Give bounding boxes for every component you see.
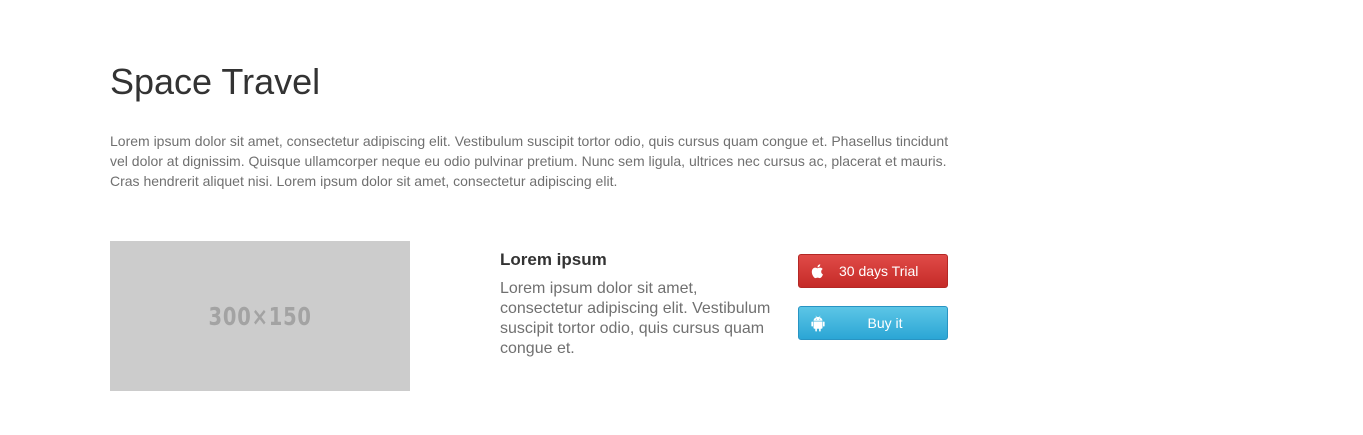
- placeholder-image: 300×150: [110, 241, 410, 391]
- placeholder-image-label: 300×150: [208, 301, 312, 331]
- buy-button-label: Buy it: [867, 315, 903, 331]
- intro-paragraph: Lorem ipsum dolor sit amet, consectetur …: [110, 133, 949, 189]
- trial-button-label: 30 days Trial: [839, 263, 919, 279]
- buy-button[interactable]: Buy it: [798, 306, 948, 340]
- feature-title: Lorem ipsum: [500, 250, 607, 269]
- feature-description: Lorem ipsum dolor sit amet, consectetur …: [500, 280, 771, 357]
- page-title: Space Travel: [110, 61, 321, 102]
- page: Space Travel Lorem ipsum dolor sit amet,…: [0, 0, 1363, 435]
- trial-button[interactable]: 30 days Trial: [798, 254, 948, 288]
- apple-icon: [809, 262, 827, 280]
